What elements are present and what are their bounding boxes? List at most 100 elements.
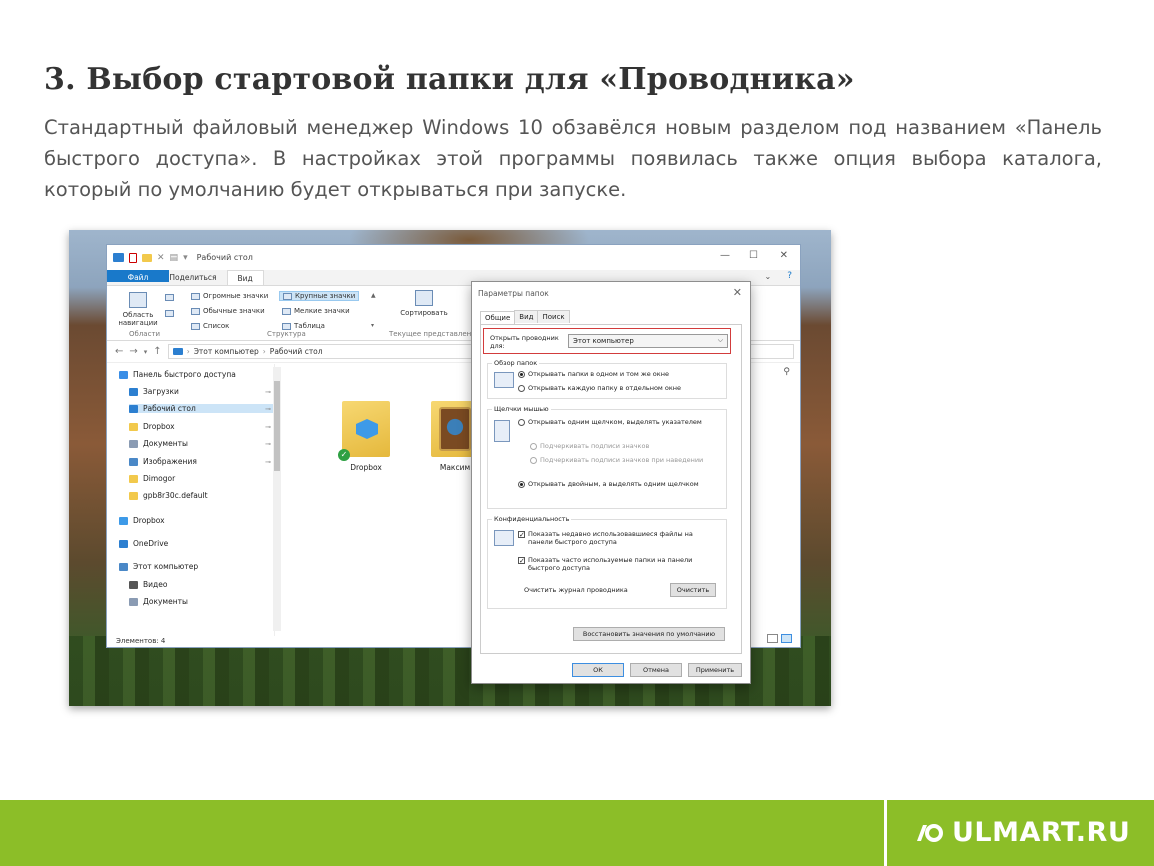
- nav-pane-button[interactable]: Область навигации: [115, 292, 161, 327]
- restore-defaults-button[interactable]: Восстановить значения по умолчанию: [573, 627, 725, 641]
- close-x-icon[interactable]: ✕: [157, 253, 165, 263]
- sidebar-item[interactable]: Этот компьютер: [119, 562, 269, 571]
- slide: 3. Выбор стартовой папки для «Проводника…: [0, 0, 1154, 866]
- tab-share[interactable]: Поделиться: [159, 270, 226, 285]
- sync-check-icon: ✓: [338, 449, 350, 461]
- tab-general[interactable]: Общие: [480, 311, 516, 324]
- layout-extra-large[interactable]: Огромные значки: [191, 292, 268, 300]
- up-arrow-icon[interactable]: ↑: [153, 346, 161, 357]
- ribbon-collapse-icon[interactable]: ⌄: [757, 270, 780, 285]
- minimize-icon[interactable]: —: [720, 250, 730, 261]
- underline-hover-option[interactable]: Подчеркивать подписи значков при наведен…: [530, 456, 716, 464]
- radio-off[interactable]: [530, 443, 537, 450]
- large-icons-view-icon[interactable]: [781, 634, 792, 643]
- tab-view-options[interactable]: Вид: [514, 310, 539, 323]
- window-title: Рабочий стол: [196, 253, 253, 262]
- show-frequent-folders[interactable]: ✓ Показать часто используемые папки на па…: [518, 556, 716, 572]
- pin-icon[interactable]: ⊸: [265, 388, 271, 396]
- brand-name: ULMART.RU: [952, 817, 1131, 848]
- underline-always-option[interactable]: Подчеркивать подписи значков: [530, 442, 716, 450]
- close-icon[interactable]: ✕: [780, 250, 788, 261]
- show-recent-files[interactable]: ✓ Показать недавно использовавшиеся файлы…: [518, 530, 716, 546]
- help-icon[interactable]: ?: [779, 270, 800, 285]
- layout-icon: [191, 322, 200, 330]
- apply-button[interactable]: Применить: [688, 663, 742, 677]
- recent-dropdown-icon[interactable]: ▾: [144, 348, 148, 356]
- details-pane-icon[interactable]: [165, 310, 174, 317]
- double-click-option[interactable]: Открывать двойным, а выделять одним щелч…: [518, 480, 716, 488]
- sidebar-item[interactable]: Видео: [129, 580, 279, 589]
- sidebar-item[interactable]: Dropbox: [119, 516, 269, 525]
- sidebar-item[interactable]: Документы ⊸: [129, 439, 279, 448]
- properties-icon[interactable]: [129, 252, 137, 263]
- radio-off[interactable]: [530, 457, 537, 464]
- breadcrumb-this-pc[interactable]: Этот компьютер: [194, 347, 259, 356]
- pin-icon[interactable]: ⊸: [265, 458, 271, 466]
- pin-icon[interactable]: ⊸: [265, 423, 271, 431]
- browse-new-window[interactable]: Открывать каждую папку в отдельном окне: [518, 384, 716, 392]
- sidebar-item[interactable]: Рабочий стол ⊸: [129, 404, 279, 413]
- layout-details[interactable]: Таблица: [282, 322, 325, 330]
- nav-scrollbar[interactable]: [273, 367, 281, 631]
- tab-file[interactable]: Файл: [107, 270, 169, 282]
- cursor-icon: [494, 420, 510, 442]
- layout-list[interactable]: Список: [191, 322, 229, 330]
- layout-more-icon[interactable]: ▾: [371, 322, 374, 329]
- layout-small[interactable]: Мелкие значки: [282, 307, 350, 315]
- open-in-label: Открыть проводник для:: [490, 334, 559, 350]
- radio-off[interactable]: [518, 385, 525, 392]
- dialog-close-icon[interactable]: ✕: [733, 286, 742, 299]
- forward-arrow-icon[interactable]: →: [129, 346, 137, 357]
- sidebar-item-label: Панель быстрого доступа: [133, 370, 236, 379]
- preview-pane-icon[interactable]: [165, 294, 174, 301]
- sidebar-item[interactable]: OneDrive: [119, 539, 269, 548]
- breadcrumb-separator: ›: [262, 347, 266, 356]
- sort-button[interactable]: Сортировать: [394, 290, 454, 317]
- sidebar-item[interactable]: Dimogor: [129, 474, 279, 483]
- single-click-option[interactable]: Открывать одним щелчком, выделять указат…: [518, 418, 716, 426]
- clear-button[interactable]: Очистить: [670, 583, 716, 597]
- folder-icon: [129, 491, 138, 500]
- sidebar-item[interactable]: Документы: [129, 597, 279, 606]
- checkbox-checked[interactable]: ✓: [518, 531, 525, 539]
- sidebar-item[interactable]: gpb8r30c.default: [129, 491, 279, 500]
- breadcrumb-desktop[interactable]: Рабочий стол: [270, 347, 323, 356]
- radio-on[interactable]: [518, 371, 525, 378]
- article-title: 3. Выбор стартовой папки для «Проводника…: [44, 62, 855, 97]
- search-icon[interactable]: ⚲: [783, 367, 790, 377]
- maximize-icon[interactable]: ☐: [749, 250, 758, 261]
- layout-scroll-up-icon[interactable]: ▲: [371, 292, 376, 299]
- nav-pane-icon: [129, 292, 147, 308]
- pin-icon[interactable]: ⊸: [265, 405, 271, 413]
- sidebar-item[interactable]: Панель быстрого доступа: [119, 370, 269, 379]
- details-view-icon[interactable]: [767, 634, 778, 643]
- checkbox-checked[interactable]: ✓: [518, 557, 525, 565]
- sidebar-item[interactable]: Изображения ⊸: [129, 457, 279, 466]
- file-dropbox[interactable]: ✓ Dropbox: [335, 401, 397, 472]
- tab-view[interactable]: Вид: [226, 270, 264, 285]
- desktop-icon: [129, 404, 138, 413]
- qat-dropdown-icon[interactable]: ▾: [183, 253, 188, 263]
- layout-medium[interactable]: Обычные значки: [191, 307, 265, 315]
- ok-button[interactable]: ОК: [572, 663, 624, 677]
- cancel-button[interactable]: Отмена: [630, 663, 682, 677]
- radio-off[interactable]: [518, 419, 525, 426]
- ulmart-logo[interactable]: ULMART.RU: [914, 817, 1130, 848]
- open-in-select[interactable]: Этот компьютер ⌵: [568, 334, 728, 348]
- dropbox-icon: [119, 516, 128, 525]
- layout-icon: [282, 322, 291, 330]
- nav-scroll-thumb[interactable]: [274, 381, 280, 471]
- radio-on[interactable]: [518, 481, 525, 488]
- computer-icon: [119, 562, 128, 571]
- browse-same-window[interactable]: Открывать папки в одном и том же окне: [518, 370, 716, 378]
- sidebar-item[interactable]: Загрузки ⊸: [129, 387, 279, 396]
- pin-icon[interactable]: ⊸: [265, 440, 271, 448]
- layout-large[interactable]: Крупные значки: [279, 291, 360, 301]
- sidebar-item[interactable]: Dropbox ⊸: [129, 422, 279, 431]
- new-folder-icon[interactable]: [142, 253, 152, 262]
- back-arrow-icon[interactable]: ←: [115, 346, 123, 357]
- view-switcher: [767, 634, 792, 643]
- rename-icon[interactable]: ▤: [170, 253, 179, 263]
- navigation-pane: Панель быстрого доступа Загрузки ⊸ Рабочий …: [107, 364, 279, 636]
- tab-search[interactable]: Поиск: [537, 310, 570, 323]
